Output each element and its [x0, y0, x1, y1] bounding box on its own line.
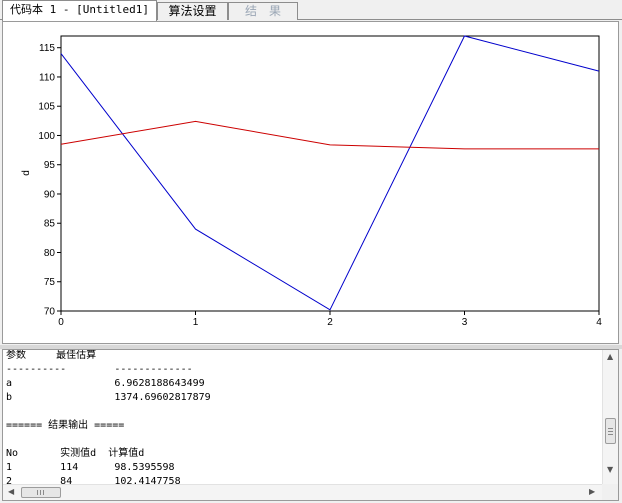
tab-results[interactable]: 结 果 [228, 2, 298, 20]
tab-codebook[interactable]: 代码本 1 - [Untitled1] [2, 0, 157, 21]
y-tick-label: 110 [39, 72, 55, 83]
tab-codebook-label: 代码本 1 - [Untitled1] [10, 3, 149, 16]
series-line-2 [60, 120, 599, 150]
series-line-1 [60, 35, 600, 311]
vertical-scrollbar[interactable]: ▲ ▼ [602, 350, 618, 484]
scroll-down-arrow-icon[interactable]: ▼ [607, 466, 613, 474]
scroll-left-arrow-icon[interactable]: ◀ [8, 488, 14, 496]
horizontal-scrollbar[interactable]: ◀ ▶ [3, 484, 602, 500]
output-line: No 实测值d 计算值d [6, 448, 145, 459]
vertical-scroll-thumb[interactable] [605, 418, 616, 444]
y-tick-label: 115 [39, 43, 55, 54]
output-line: ====== 结果输出 ===== [6, 420, 125, 431]
output-line: ---------- ------------- [6, 364, 193, 375]
tab-results-label: 结 果 [244, 4, 281, 18]
scrollbar-corner [602, 484, 618, 500]
horizontal-scroll-thumb[interactable] [21, 487, 61, 498]
output-line: a 6.9628188643499 [6, 378, 205, 389]
output-line: 参数 最佳估算 [6, 350, 97, 361]
chart-panel: 0 1 2 3 4 70 75 80 85 90 95 100 105 110 115 d [2, 21, 619, 344]
y-axis-label: d [21, 170, 32, 176]
output-line: b 1374.69602817879 [6, 392, 211, 403]
y-tick-label: 95 [44, 160, 56, 171]
tab-algorithm-settings[interactable]: 算法设置 [157, 2, 228, 20]
tab-algorithm-settings-label: 算法设置 [168, 4, 217, 18]
y-tick-label: 85 [44, 219, 56, 230]
x-tick-label: 2 [327, 317, 333, 328]
x-tick-label: 3 [462, 317, 468, 328]
x-tick-label: 1 [193, 317, 199, 328]
y-tick-label: 80 [44, 248, 56, 259]
y-tick-label: 75 [44, 277, 56, 288]
plot-area-frame [60, 35, 600, 312]
x-tick-label: 0 [58, 317, 64, 328]
y-tick-label: 90 [44, 189, 56, 200]
results-output-text: 参数 最佳估算 ---------- ------------- a 6.96281… [6, 350, 596, 489]
scroll-up-arrow-icon[interactable]: ▲ [607, 353, 613, 361]
output-line: 1 114 98.5395598 [6, 462, 175, 473]
y-tick-label: 70 [44, 307, 56, 318]
x-tick-label: 4 [596, 317, 602, 328]
y-tick-label: 100 [38, 131, 55, 142]
line-chart: 0 1 2 3 4 70 75 80 85 90 95 100 105 110 115 d [21, 35, 602, 328]
results-output-panel: 参数 最佳估算 ---------- ------------- a 6.96281… [2, 349, 619, 501]
tab-bar: 代码本 1 - [Untitled1] 算法设置 结 果 [0, 0, 622, 21]
scroll-right-arrow-icon[interactable]: ▶ [589, 488, 595, 496]
y-tick-label: 105 [38, 102, 55, 113]
